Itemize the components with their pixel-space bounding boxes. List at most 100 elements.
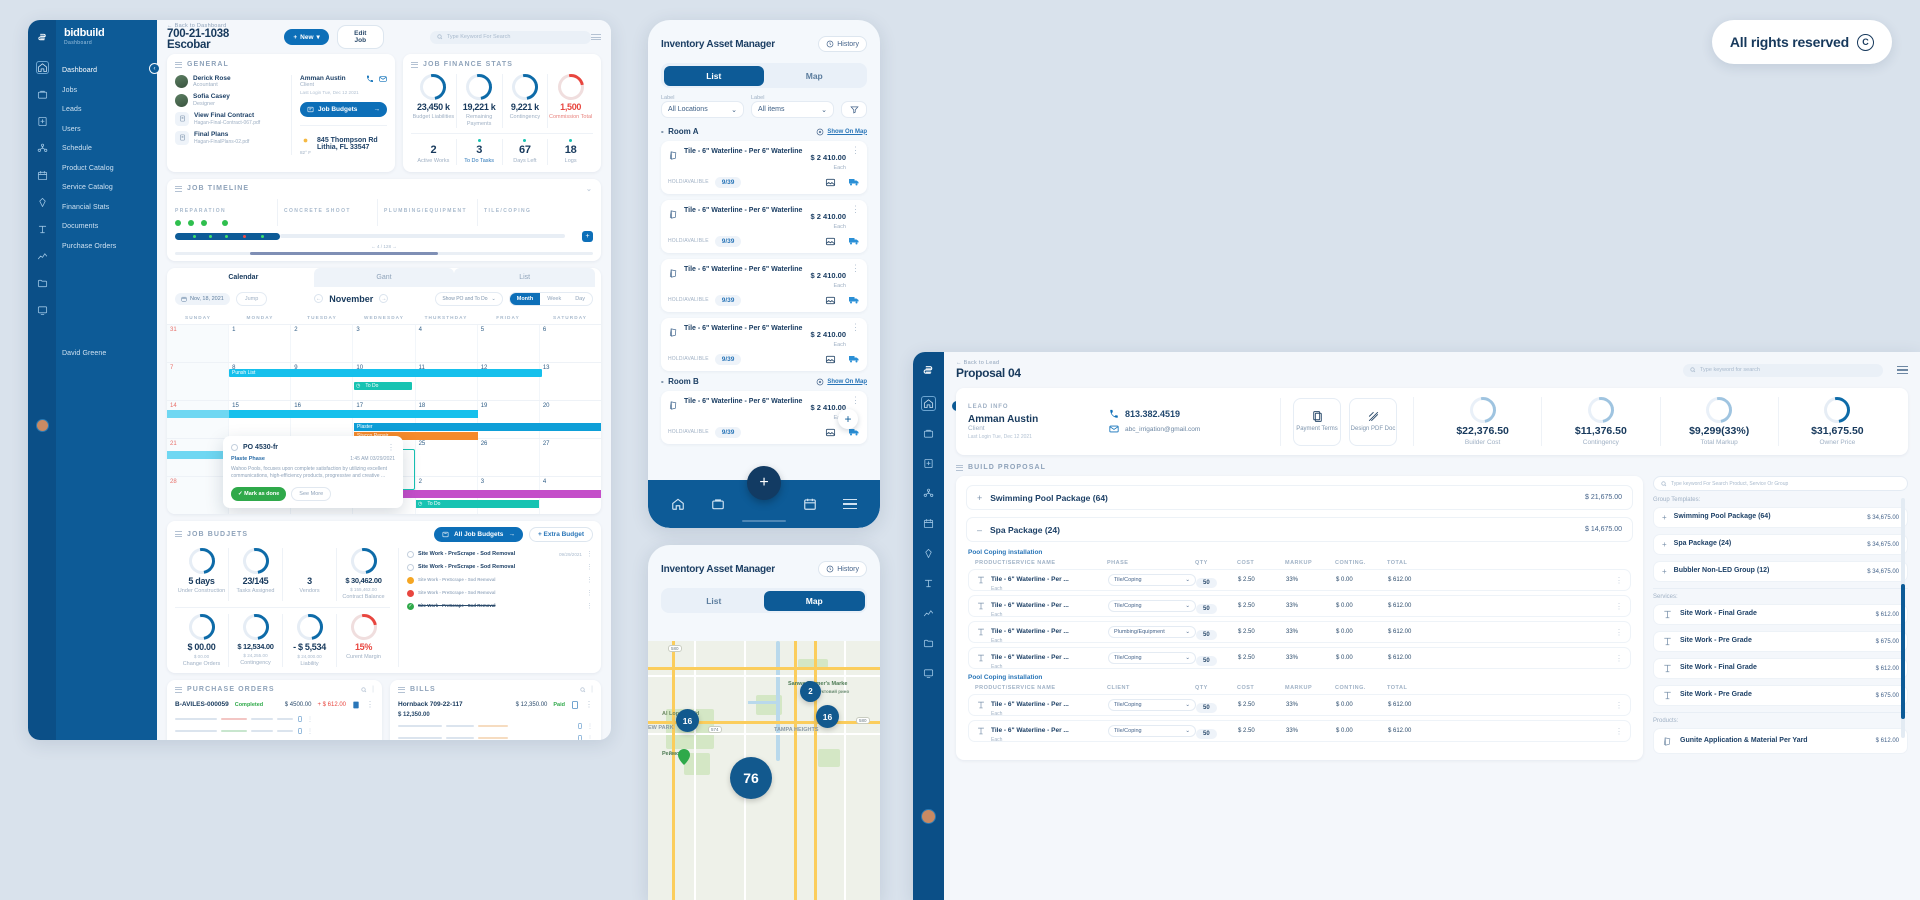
calendar-day-cell[interactable]: 26 [476,438,539,476]
row-more-icon[interactable]: ⋮ [1615,602,1623,611]
row-phase-select[interactable]: Plumbing/Equipment ⌄ [1108,626,1196,638]
all-job-budgets-button[interactable]: All Job Budgets → [433,526,523,542]
purchase-order-row[interactable]: ⋮ [175,713,374,725]
truck-icon[interactable] [848,294,860,306]
proposal-rail-briefcase-icon[interactable] [913,418,944,448]
rail-users-icon[interactable] [28,135,56,162]
rail-calendar-icon[interactable] [28,162,56,189]
proposal-search-input[interactable]: Type keyword for search [1683,363,1883,377]
group-template-card[interactable]: + Bubbler Non-LED Group (12) $ 34,675.00 [1653,561,1908,582]
calendar-date-chip[interactable]: Nov, 18, 2021 [175,292,230,305]
rail-briefcase-icon[interactable] [28,81,56,108]
calendar-day-cell[interactable]: 6 [538,324,601,362]
po-row-doc-icon[interactable] [297,728,303,734]
timeline-collapse-icon[interactable]: ⌄ [586,185,593,193]
proposal-menu-icon[interactable] [1897,366,1908,374]
calendar-event-todo-2[interactable]: ◷ To Do [416,499,539,508]
budget-item-more-icon[interactable]: ⋮ [586,563,593,571]
row-phase-select[interactable]: Tile/Coping ⌄ [1108,725,1196,737]
calendar-event-punsh-list[interactable]: Punsh List [229,368,542,377]
calendar-tab-gant[interactable]: Gant [313,267,455,287]
action-payment-button[interactable]: Payment Terms [1293,397,1341,446]
plus-icon[interactable]: + [1662,567,1667,576]
calendar-day-cell[interactable]: 3 [352,324,414,362]
proposal-rail-monitor-icon[interactable] [913,658,944,688]
popup-more-icon[interactable]: ⋮ [387,443,395,452]
row-qty[interactable]: 50 [1196,656,1217,666]
row-qty[interactable]: 50 [1196,729,1217,739]
plus-icon[interactable]: + [1662,513,1667,522]
budget-item[interactable]: Site Work - PreScrape - Sod Removal ⋮ [407,587,593,600]
map-segment-list[interactable]: List [664,591,765,611]
bill-row-doc-icon[interactable] [577,735,583,740]
timeline-scrollbar[interactable] [175,251,593,255]
sidebar-item-jobs[interactable]: Jobs [56,81,157,101]
lead-email[interactable]: abc_irrigation@gmail.com [1125,426,1200,433]
bill-row-doc-icon[interactable] [577,723,583,729]
calendar-next-month[interactable]: → [379,294,389,304]
image-icon[interactable] [825,354,836,365]
map-pin-2[interactable]: 2 [800,681,821,702]
history-button-2[interactable]: History [818,561,867,577]
mark-as-done-button[interactable]: ✓ Mark as done [231,486,287,501]
timeline-phase[interactable]: CONCRETE SHOOT [277,198,377,226]
purchase-order-row[interactable]: ⋮ [175,737,374,740]
calendar-day-cell[interactable]: 25 [414,438,477,476]
map-canvas[interactable]: Sanwa Farmer's Marke продуктовий рино Al… [648,641,880,900]
package-row[interactable]: + Swimming Pool Package (64) $ 21,675.00 [966,485,1633,510]
home-icon[interactable] [671,497,685,511]
status-open-icon[interactable] [407,563,414,571]
room-label[interactable]: - Room A [661,127,698,136]
add-fab-button[interactable]: + [747,466,781,500]
item-more-icon[interactable]: ⋮ [851,323,860,348]
inventory-item[interactable]: Tile - 6" Waterline - Per 6" Waterline $ … [661,259,867,312]
po-more-icon[interactable]: ⋮ [366,700,374,709]
-segment-list[interactable]: List [663,65,764,86]
timeline-progress-bar[interactable] [175,232,280,240]
calendar-day-cell[interactable]: 15 [228,400,290,438]
timeline-add-button[interactable]: + [582,230,593,242]
proposal-table-row[interactable]: Tile - 6" Waterline - Per ... Each Tile/Co… [968,647,1631,670]
row-more-icon[interactable]: ⋮ [1615,576,1623,585]
show-on-map-link[interactable]: Show On Map [816,378,867,386]
row-phase-select[interactable]: Tile/Coping ⌄ [1108,652,1196,664]
row-more-icon[interactable]: ⋮ [1615,701,1623,710]
proposal-rail-chart-icon[interactable] [913,598,944,628]
map-segment-map[interactable]: Map [764,590,865,611]
service-card[interactable]: Site Work - Pre Grade $ 675.00 [1653,685,1908,706]
calendar-day-cell[interactable]: 16 [290,400,352,438]
bill-more-icon[interactable]: ⋮ [585,700,593,709]
timeline-phase[interactable]: PLUMBING/EQUIPMENT [377,198,477,226]
proposal-table-row[interactable]: Tile - 6" Waterline - Per ... Each Tile/Co… [968,720,1631,743]
status-open-icon[interactable] [407,550,414,558]
locations-select[interactable]: All Locations ⌄ [661,101,744,118]
general-person[interactable]: Sofia Casey Designer [175,93,283,107]
product-card[interactable]: Gunite Application & Material Per Yard $ … [1653,728,1908,754]
bill-doc-icon[interactable] [571,701,579,709]
library-search-input[interactable]: Type keyword For Search Product, Service… [1653,476,1908,491]
purchase-order-row[interactable]: ⋮ [175,725,374,737]
sidebar-item-purchase-orders[interactable]: Purchase Orders [56,237,157,257]
calendar-view-switcher[interactable]: Month Week Day [508,291,593,306]
sidebar-item-schedule[interactable]: Schedule [56,139,157,159]
timeline-phase[interactable]: TILE/COPING [477,198,577,226]
calendar-jump-button[interactable]: Jump [235,291,268,306]
see-more-button[interactable]: See More [291,486,332,501]
plus-icon[interactable]: + [1662,540,1667,549]
group-template-card[interactable]: + Spa Package (24) $ 34,675.00 [1653,534,1908,555]
sidebar-user[interactable]: David Greene [56,344,157,364]
items-select[interactable]: All items ⌄ [751,101,834,118]
sidebar-item-service-catalog[interactable]: Service Catalog [56,178,157,198]
image-icon[interactable] [825,295,836,306]
calendar-view-day[interactable]: Day [568,293,592,305]
service-card[interactable]: Site Work - Final Grade $ 612.00 [1653,658,1908,679]
rail-product-icon[interactable] [28,189,56,216]
service-card[interactable]: Site Work - Pre Grade $ 675.00 [1653,631,1908,652]
budget-item-more-icon[interactable]: ⋮ [586,602,593,610]
popup-checkbox[interactable] [231,443,238,451]
rail-chart-icon[interactable] [28,243,56,270]
calendar-day-cell[interactable]: 1 [228,324,290,362]
row-more-icon[interactable]: ⋮ [1615,654,1623,663]
image-icon[interactable] [825,236,836,247]
bill-row[interactable]: ⋮ [398,732,593,740]
